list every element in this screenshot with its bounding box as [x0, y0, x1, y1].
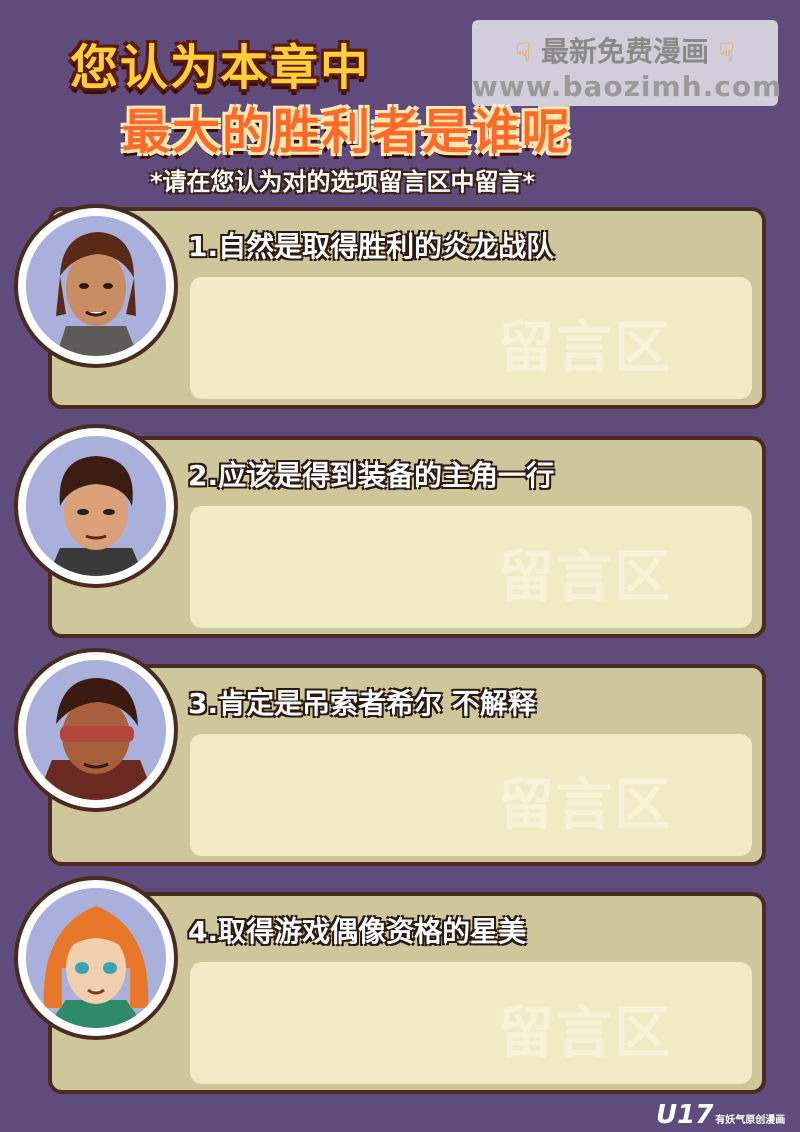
avatar-character-4 [14, 876, 178, 1040]
avatar-character-1 [14, 204, 178, 368]
watermark-title: 最新免费漫画 [540, 35, 709, 68]
comment-area-label: 留言区 [498, 316, 672, 381]
watermark-banner[interactable]: ☟ 最新免费漫画 ☟ www.baozimh.com [472, 20, 783, 106]
comment-area[interactable]: 留言区 [190, 277, 752, 399]
page-title-line1: 您认为本章中 [70, 40, 371, 96]
u17-logo: U17 有妖气原创漫画 [656, 1100, 786, 1130]
avatar-character-3 [14, 648, 178, 812]
page-subtitle: *请在您认为对的选项留言区中留言* [150, 168, 536, 196]
pointing-hand-icon: ☟ [718, 38, 735, 68]
comment-area[interactable]: 留言区 [190, 734, 752, 856]
avatar-character-2 [14, 424, 178, 588]
comment-area-label: 留言区 [498, 1001, 672, 1066]
comment-area-label: 留言区 [498, 773, 672, 838]
comment-area[interactable]: 留言区 [190, 962, 752, 1084]
comment-area[interactable]: 留言区 [190, 506, 752, 628]
option-label: 3.肯定是吊索者希尔 不解释 [188, 687, 536, 720]
option-label: 4.取得游戏偶像资格的星美 [188, 915, 527, 948]
comment-area-label: 留言区 [498, 545, 672, 610]
watermark-url: www.baozimh.com [472, 70, 783, 103]
option-label: 1.自然是取得胜利的炎龙战队 [188, 230, 555, 263]
option-label: 2.应该是得到装备的主角一行 [188, 459, 555, 492]
pointing-hand-icon: ☟ [515, 38, 532, 68]
